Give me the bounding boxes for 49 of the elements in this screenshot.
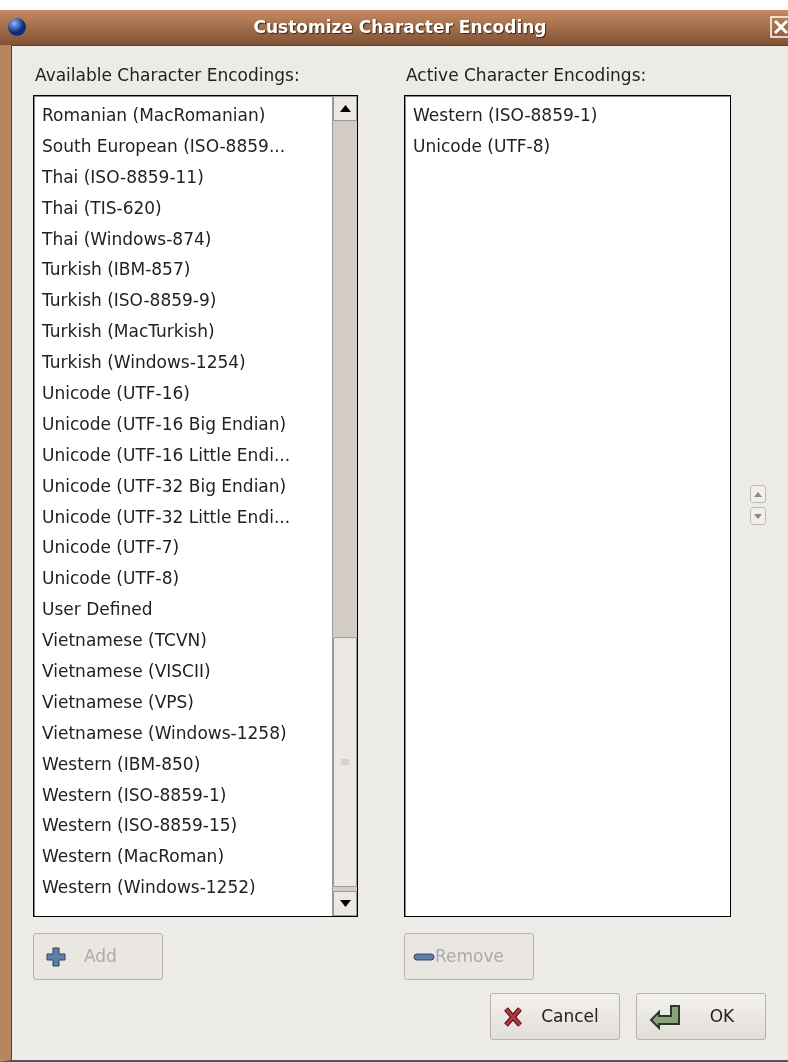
list-item[interactable]: Western (MacRoman) xyxy=(34,841,332,873)
list-item[interactable]: Thai (ISO-8859-11) xyxy=(34,161,332,193)
cross-icon xyxy=(503,1005,523,1028)
list-item[interactable]: Turkish (ISO-8859-9) xyxy=(34,285,332,317)
move-down-button[interactable] xyxy=(750,507,766,525)
list-item[interactable]: Turkish (Windows-1254) xyxy=(34,347,332,378)
list-item[interactable]: Turkish (IBM-857) xyxy=(34,254,332,286)
list-label: Available Character Encodings: xyxy=(34,64,301,87)
list-item[interactable]: Unicode (UTF-32 Little Endi... xyxy=(34,501,332,533)
list-item[interactable]: Romanian (MacRomanian) xyxy=(34,100,332,131)
list-item[interactable]: Western (ISO-8859-15) xyxy=(34,810,332,842)
move-up-button[interactable] xyxy=(750,485,766,503)
cancel-button[interactable]: Cancel xyxy=(490,993,620,1040)
list-item[interactable]: Vietnamese (VISCII) xyxy=(34,656,332,687)
list-item[interactable]: Unicode (UTF-16 Big Endian) xyxy=(34,408,332,440)
list-item[interactable]: Unicode (UTF-16 Little Endi... xyxy=(34,439,332,471)
scrollbar-thumb[interactable] xyxy=(333,637,357,887)
list-item[interactable]: Thai (Windows-874) xyxy=(34,223,332,255)
window-title: Customize Character Encoding xyxy=(253,17,547,37)
list-item[interactable]: Western (IBM-850) xyxy=(34,748,332,780)
list-item[interactable]: Unicode (UTF-16) xyxy=(34,378,332,409)
up-arrow-icon xyxy=(339,105,351,112)
scrollbar[interactable] xyxy=(332,96,357,916)
list-item[interactable]: Vietnamese (VPS) xyxy=(34,686,332,718)
list-item[interactable]: Unicode (UTF-8) xyxy=(405,130,730,162)
list-item[interactable]: Unicode (UTF-8) xyxy=(34,563,332,595)
scroll-up-button[interactable] xyxy=(333,96,357,121)
list-item[interactable]: Vietnamese (Windows-1258) xyxy=(34,717,332,749)
list-item[interactable]: Western (Windows-1252) xyxy=(34,872,332,904)
minus-icon xyxy=(413,952,435,961)
ok-button[interactable]: OK xyxy=(636,993,766,1040)
up-arrow-icon xyxy=(754,491,762,497)
plus-icon xyxy=(46,946,66,967)
list-item[interactable]: Turkish (MacTurkish) xyxy=(34,316,332,348)
list-item[interactable]: User Defined xyxy=(34,594,332,626)
list-item[interactable]: Unicode (UTF-32 Big Endian) xyxy=(34,470,332,502)
scroll-down-button[interactable] xyxy=(333,891,357,916)
globe-icon xyxy=(8,18,26,36)
list-item[interactable]: Vietnamese (TCVN) xyxy=(34,625,332,657)
list-item[interactable]: South European (ISO-8859... xyxy=(34,130,332,162)
close-icon[interactable] xyxy=(770,16,788,38)
list-label: Active Character Encodings: xyxy=(405,64,648,87)
down-arrow-icon xyxy=(339,900,351,907)
list-item[interactable]: Thai (TIS-620) xyxy=(34,192,332,224)
list-item[interactable]: Western (ISO-8859-1) xyxy=(405,100,730,131)
list-item[interactable]: Western (ISO-8859-1) xyxy=(34,779,332,811)
down-arrow-icon xyxy=(754,513,762,519)
list-item[interactable]: Unicode (UTF-7) xyxy=(34,532,332,564)
grip-icon xyxy=(341,759,349,765)
